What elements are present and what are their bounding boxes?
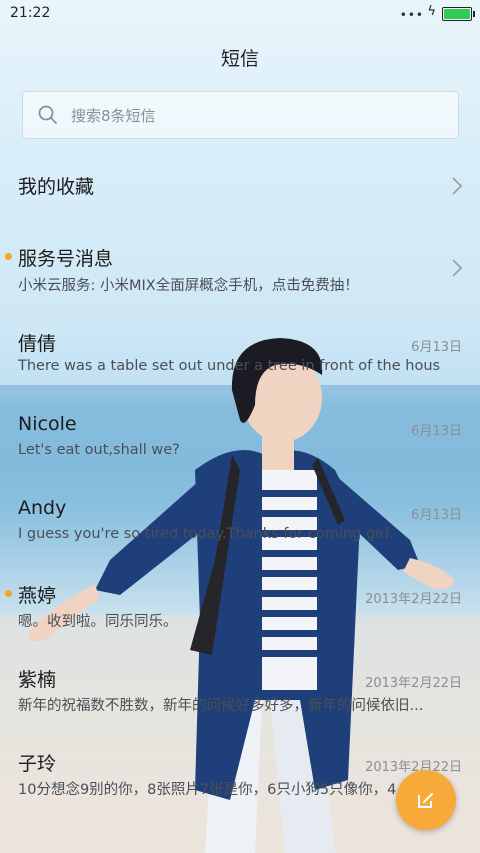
chevron-right-icon <box>452 259 463 277</box>
conversation-row[interactable]: 燕婷 2013年2月22日 嗯。收到啦。同乐同乐。 <box>0 568 480 648</box>
conversation-row[interactable]: Andy 6月13日 I guess you're so tired today… <box>0 484 480 564</box>
message-date: 6月13日 <box>411 508 462 523</box>
page-title: 短信 <box>220 48 259 70</box>
favorites-label: 我的收藏 <box>18 176 95 198</box>
message-preview: There was a table set out under a tree i… <box>18 358 441 374</box>
contact-name: 倩倩 <box>18 333 57 355</box>
conversation-row[interactable]: 倩倩 6月13日 There was a table set out under… <box>0 316 480 396</box>
search-icon <box>38 105 57 124</box>
message-date: 2013年2月22日 <box>365 676 462 691</box>
contact-name: 紫楠 <box>18 669 57 691</box>
signal-dots-icon: ••• <box>399 8 424 22</box>
service-messages-row[interactable]: 服务号消息 小米云服务: 小米MIX全面屏概念手机，点击免费抽！ <box>0 232 480 312</box>
service-messages-label: 服务号消息 <box>18 248 114 270</box>
search-placeholder: 搜索8条短信 <box>71 106 156 125</box>
message-preview: I guess you're so tired today.Thanks for… <box>18 526 394 542</box>
contact-name: 燕婷 <box>18 585 57 607</box>
contact-name: Nicole <box>18 413 77 435</box>
unread-dot <box>5 253 12 260</box>
compose-icon <box>418 793 433 808</box>
contact-name: 子玲 <box>18 753 57 775</box>
search-input[interactable]: 搜索8条短信 <box>22 91 459 139</box>
message-date: 6月13日 <box>411 340 462 355</box>
message-date: 2013年2月22日 <box>365 592 462 607</box>
battery-icon <box>442 7 475 21</box>
charging-icon: ϟ <box>427 4 436 19</box>
service-messages-preview: 小米云服务: 小米MIX全面屏概念手机，点击免费抽！ <box>18 278 359 294</box>
status-time: 21:22 <box>10 5 51 21</box>
chevron-right-icon <box>452 177 463 195</box>
conversation-row[interactable]: 紫楠 2013年2月22日 新年的祝福数不胜数，新年的问候好多好多，新年的问候依… <box>0 652 480 732</box>
unread-dot <box>5 590 12 597</box>
status-bar: 21:22 ••• ϟ <box>0 0 480 28</box>
favorites-row[interactable]: 我的收藏 <box>0 145 480 225</box>
message-preview: 嗯。收到啦。同乐同乐。 <box>18 614 178 630</box>
battery-level-fill <box>444 9 470 19</box>
compose-button[interactable] <box>396 770 456 830</box>
conversation-row[interactable]: Nicole 6月13日 Let's eat out,shall we? <box>0 400 480 480</box>
message-preview: 新年的祝福数不胜数，新年的问候好多好多，新年的问候依旧... <box>18 698 424 714</box>
message-date: 6月13日 <box>411 424 462 439</box>
message-preview: Let's eat out,shall we? <box>18 442 180 458</box>
contact-name: Andy <box>18 497 67 519</box>
